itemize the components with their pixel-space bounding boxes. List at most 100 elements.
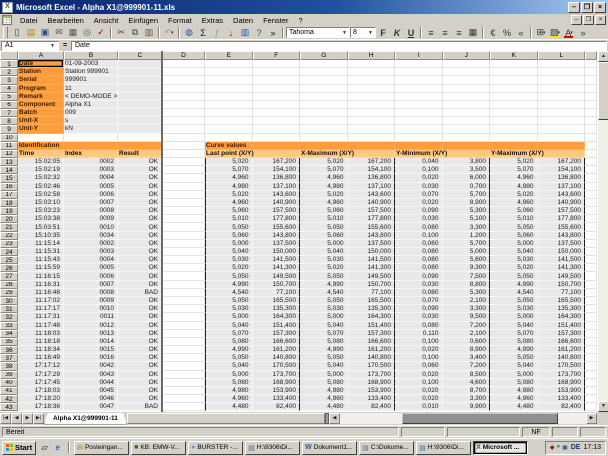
cell-C40[interactable]: OK [118,379,162,387]
cell-M14[interactable] [585,166,597,174]
cell-L7[interactable] [538,109,586,117]
cell-F14[interactable]: 154,100 [253,166,301,174]
cell-B23[interactable]: 0002 [64,240,118,248]
cell-K39[interactable]: 5,000 [490,371,538,379]
cell-I42[interactable]: 0,020 [395,395,443,403]
cell-D13[interactable] [162,158,205,166]
cell-K16[interactable]: 4,980 [490,183,538,191]
print-button[interactable]: ▦ [66,26,80,39]
cell-H21[interactable]: 155,600 [348,223,396,231]
column-header-L[interactable]: L [538,51,586,60]
cell-L5[interactable] [538,93,586,101]
row-header-15[interactable]: 15 [0,174,18,182]
cell-M35[interactable] [585,338,597,346]
cell-B6[interactable]: Alpha X1 [64,101,118,109]
cell-J13[interactable]: 3,800 [443,158,491,166]
cell-I32[interactable]: 0,030 [395,313,443,321]
cell-A4[interactable]: Program [18,85,64,93]
cell-E4[interactable] [205,85,253,93]
edit-formula-button[interactable]: = [59,42,71,49]
cell-E42[interactable]: 4,960 [205,395,253,403]
cell-L6[interactable] [538,101,586,109]
cell-M27[interactable] [585,272,597,280]
row-header-1[interactable]: 1 [0,60,18,68]
cell-L38[interactable]: 170,500 [538,362,586,370]
cell-J6[interactable] [443,101,491,109]
row-header-3[interactable]: 3 [0,76,18,84]
cell-D27[interactable] [162,272,205,280]
cell-I13[interactable]: 0,040 [395,158,443,166]
cell-K24[interactable]: 5,040 [490,248,538,256]
cell-K17[interactable]: 5,020 [490,191,538,199]
cell-D34[interactable] [162,330,205,338]
cell-C38[interactable]: OK [118,362,162,370]
cell-G42[interactable]: 4,960 [300,395,348,403]
cell-B12[interactable]: Index [64,150,118,158]
cell-J28[interactable]: 8,800 [443,281,491,289]
cell-B27[interactable]: 0006 [64,272,118,280]
cell-L3[interactable] [538,76,586,84]
cell-I39[interactable]: 0,020 [395,371,443,379]
cell-E21[interactable]: 5,050 [205,223,253,231]
cell-L29[interactable]: 77,100 [538,289,586,297]
cell-F16[interactable]: 137,100 [253,183,301,191]
cell-K6[interactable] [490,101,538,109]
row-header-37[interactable]: 37 [0,354,18,362]
cell-L23[interactable]: 137,500 [538,240,586,248]
row-header-35[interactable]: 35 [0,338,18,346]
cell-A43[interactable]: 17:18:36 [18,403,64,411]
cell-A24[interactable]: 11:15:31 [18,248,64,256]
cell-C19[interactable]: OK [118,207,162,215]
cell-M28[interactable] [585,281,597,289]
cell-G12[interactable]: X-Maximum (X/Y) [300,150,348,158]
restore-button[interactable]: ❐ [583,15,594,25]
cell-J39[interactable]: 8,500 [443,371,491,379]
cell-E40[interactable]: 5,080 [205,379,253,387]
cell-F43[interactable]: 82,400 [253,403,301,411]
cell-M33[interactable] [585,322,597,330]
cell-I29[interactable]: 0,080 [395,289,443,297]
row-header-28[interactable]: 28 [0,281,18,289]
cell-F7[interactable] [253,109,301,117]
cell-A41[interactable]: 17:18:03 [18,387,64,395]
cell-L34[interactable]: 157,300 [538,330,586,338]
row-header-18[interactable]: 18 [0,199,18,207]
cell-B21[interactable]: 0010 [64,223,118,231]
cell-B26[interactable]: 0005 [64,264,118,272]
cell-K33[interactable]: 5,040 [490,322,538,330]
cell-L11[interactable] [538,142,586,150]
cell-C35[interactable]: OK [118,338,162,346]
cell-G10[interactable] [300,134,348,142]
cell-K20[interactable]: 5,010 [490,215,538,223]
row-header-41[interactable]: 41 [0,387,18,395]
column-header-H[interactable]: H [348,51,396,60]
cell-G5[interactable] [300,93,348,101]
cell-G6[interactable] [300,101,348,109]
italic-button[interactable]: K [390,26,404,39]
copy-button[interactable]: ⧉ [128,26,142,39]
open-button[interactable]: ▤ [24,26,38,39]
cell-I1[interactable] [395,60,443,68]
cell-K31[interactable]: 5,030 [490,305,538,313]
cell-G2[interactable] [300,68,348,76]
cell-M17[interactable] [585,191,597,199]
row-header-19[interactable]: 19 [0,207,18,215]
cell-J17[interactable]: 5,700 [443,191,491,199]
cell-H36[interactable]: 161,200 [348,346,396,354]
cell-A25[interactable]: 11:15:43 [18,256,64,264]
cell-G36[interactable]: 4,990 [300,346,348,354]
cell-G43[interactable]: 4,480 [300,403,348,411]
cell-D4[interactable] [162,85,205,93]
cell-M9[interactable] [585,125,597,133]
cell-A16[interactable]: 15:02:46 [18,183,64,191]
column-header-K[interactable]: K [490,51,538,60]
cut-button[interactable]: ✂ [114,26,128,39]
column-header-G[interactable]: G [300,51,348,60]
cell-D26[interactable] [162,264,205,272]
cell-A39[interactable]: 17:17:29 [18,371,64,379]
cell-C17[interactable]: OK [118,191,162,199]
cell-E26[interactable]: 5,020 [205,264,253,272]
cell-F6[interactable] [253,101,301,109]
task-button-6[interactable]: ▤H:\9306\Di... [416,441,471,455]
cell-E38[interactable]: 5,040 [205,362,253,370]
